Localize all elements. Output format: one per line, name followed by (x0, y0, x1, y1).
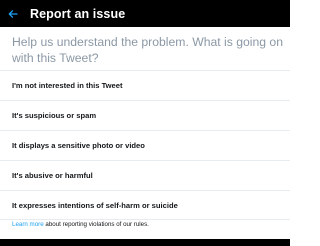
report-prompt: Help us understand the problem. What is … (12, 35, 283, 65)
arrow-left-icon (8, 9, 18, 18)
report-options-list: I'm not interested in this Tweet It's su… (0, 70, 290, 220)
header-bar: Report an issue (0, 0, 290, 27)
option-abusive-harmful[interactable]: It's abusive or harmful (0, 160, 290, 190)
learn-more-link[interactable]: Learn more (12, 221, 44, 228)
footnote-text: about reporting violations of our rules. (43, 221, 149, 228)
footnote: Learn more about reporting violations of… (12, 221, 149, 228)
option-suspicious-spam[interactable]: It's suspicious or spam (0, 100, 290, 130)
page-title: Report an issue (30, 6, 126, 21)
back-button[interactable] (2, 0, 24, 27)
bottom-bar (0, 239, 290, 246)
option-self-harm[interactable]: It expresses intentions of self-harm or … (0, 190, 290, 220)
option-not-interested[interactable]: I'm not interested in this Tweet (0, 70, 290, 100)
option-sensitive-media[interactable]: It displays a sensitive photo or video (0, 130, 290, 160)
